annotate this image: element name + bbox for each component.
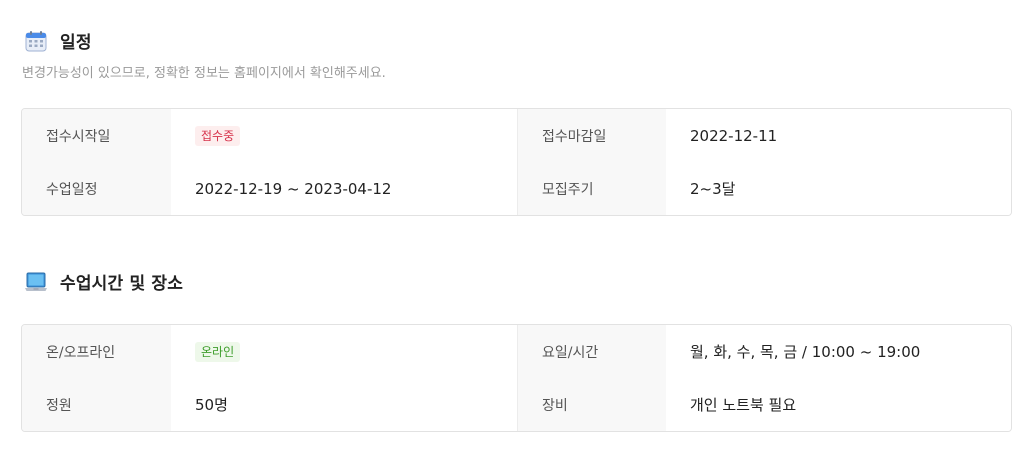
calendar-icon xyxy=(24,29,48,53)
page: 일정 변경가능성이 있으므로, 정확한 정보는 홈페이지에서 확인해주세요. 접… xyxy=(0,0,1035,476)
label-on-offline: 온/오프라인 xyxy=(22,325,171,378)
label-capacity: 정원 xyxy=(22,378,171,431)
location-table: 온/오프라인 온라인 요일/시간 월, 화, 수, 목, 금 / 10:00 ~… xyxy=(21,324,1012,432)
value-equipment: 개인 노트북 필요 xyxy=(666,378,1011,431)
value-day-time: 월, 화, 수, 목, 금 / 10:00 ~ 19:00 xyxy=(666,325,1011,378)
schedule-table: 접수시작일 접수중 접수마감일 2022-12-11 수업일정 2022-12-… xyxy=(21,108,1012,216)
laptop-icon xyxy=(24,270,48,294)
label-day-time: 요일/시간 xyxy=(517,325,666,378)
schedule-title: 일정 xyxy=(60,33,92,53)
label-recruit-cycle: 모집주기 xyxy=(517,162,666,215)
value-capacity: 50명 xyxy=(171,378,517,431)
value-on-offline: 온라인 xyxy=(171,325,517,378)
label-apply-start: 접수시작일 xyxy=(22,109,171,162)
schedule-notice: 변경가능성이 있으므로, 정확한 정보는 홈페이지에서 확인해주세요. xyxy=(22,66,386,81)
value-apply-end: 2022-12-11 xyxy=(666,109,1011,162)
label-apply-end: 접수마감일 xyxy=(517,109,666,162)
schedule-section-header: 일정 xyxy=(24,28,92,53)
label-equipment: 장비 xyxy=(517,378,666,431)
value-apply-start: 접수중 xyxy=(171,109,517,162)
value-recruit-cycle: 2~3달 xyxy=(666,162,1011,215)
label-class-schedule: 수업일정 xyxy=(22,162,171,215)
recruiting-badge: 접수중 xyxy=(195,125,241,146)
value-class-schedule: 2022-12-19 ~ 2023-04-12 xyxy=(171,162,517,215)
location-section-header: 수업시간 및 장소 xyxy=(24,269,183,294)
location-title: 수업시간 및 장소 xyxy=(60,274,184,294)
online-badge: 온라인 xyxy=(195,341,241,362)
